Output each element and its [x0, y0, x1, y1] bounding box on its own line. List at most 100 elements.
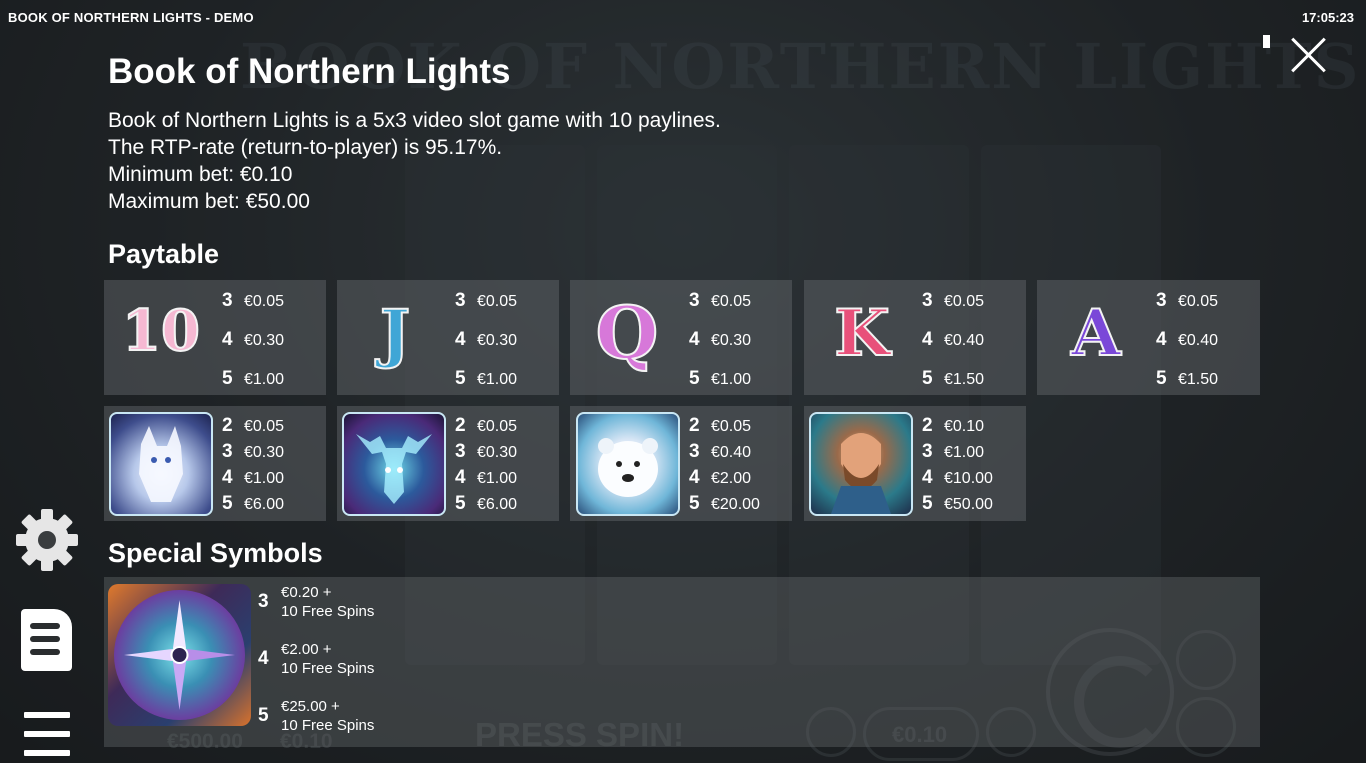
pay-count: 2	[222, 415, 233, 436]
info-line: The RTP-rate (return-to-player) is 95.17…	[108, 136, 503, 159]
pay-count: 3	[922, 441, 933, 462]
pay-count: 4	[922, 467, 933, 488]
pay-value: €0.30	[711, 332, 752, 349]
pay-value: €1.00	[944, 444, 985, 461]
pay-value: €0.05	[711, 418, 752, 435]
pay-value: €0.40	[711, 444, 752, 461]
pay-count: 2	[455, 415, 466, 436]
pay-value: €0.20 + 10 Free Spins	[281, 583, 374, 621]
pay-count: 4	[1156, 329, 1167, 350]
pay-count: 3	[922, 290, 933, 311]
paytable-heading: Paytable	[108, 239, 220, 269]
pay-count: 3	[1156, 290, 1167, 311]
pay-value: €0.05	[477, 293, 518, 310]
pay-value: €0.30	[244, 332, 285, 349]
pay-count: 3	[455, 441, 466, 462]
pay-count: 3	[689, 441, 700, 462]
pay-count: 5	[689, 493, 700, 514]
pay-value: €1.00	[244, 371, 285, 388]
info-line: Minimum bet: €0.10	[108, 163, 293, 186]
pay-amount: €0.20 +	[281, 584, 332, 601]
page-indicator-icon	[1263, 35, 1270, 48]
pay-value: €0.05	[244, 293, 285, 310]
pay-free-spins: 10 Free Spins	[281, 660, 375, 677]
pay-count: 5	[922, 368, 933, 389]
page-title: Book of Northern Lights	[108, 52, 511, 91]
symbol-q-icon: Q	[595, 289, 660, 376]
symbol-a-icon: A	[1070, 295, 1122, 372]
pay-free-spins: 10 Free Spins	[281, 717, 375, 734]
fox-icon	[109, 412, 213, 516]
pay-count: 2	[689, 415, 700, 436]
pay-value: €0.30	[477, 332, 518, 349]
symbol-j-icon: J	[379, 295, 411, 372]
explorer-icon	[809, 412, 913, 516]
pay-count: 5	[222, 493, 233, 514]
menu-hamburger-icon[interactable]	[24, 712, 70, 756]
pay-value: €0.05	[711, 293, 752, 310]
pay-count: 4	[222, 329, 233, 350]
pay-value: €1.00	[477, 470, 518, 487]
pay-count: 4	[455, 467, 466, 488]
pay-count: 4	[689, 329, 700, 350]
pay-count: 3	[689, 290, 700, 311]
game-info: Book of Northern Lights is a 5x3 video s…	[108, 107, 721, 215]
pay-count: 3	[222, 290, 233, 311]
special-symbols-heading: Special Symbols	[108, 538, 323, 568]
pay-count: 3	[455, 290, 466, 311]
info-line: Book of Northern Lights is a 5x3 video s…	[108, 109, 721, 132]
info-line: Maximum bet: €50.00	[108, 190, 310, 213]
pay-count: 5	[455, 493, 466, 514]
pay-value: €1.50	[944, 371, 985, 388]
pay-count: 4	[455, 329, 466, 350]
pay-value: €1.00	[477, 371, 518, 388]
pay-count: 5	[455, 368, 466, 389]
clock: 17:05:23	[1301, 10, 1354, 25]
pay-value: €0.05	[1178, 293, 1219, 310]
pay-value: €0.30	[244, 444, 285, 461]
symbol-10-icon: 10	[121, 297, 201, 365]
window-title: BOOK OF NORTHERN LIGHTS - DEMO	[8, 10, 254, 25]
paytable-document-icon[interactable]	[21, 609, 72, 671]
pay-value: €10.00	[944, 470, 993, 487]
pay-count: 3	[258, 591, 269, 612]
pay-value: €0.40	[944, 332, 985, 349]
pay-count: 3	[222, 441, 233, 462]
pay-count: 5	[689, 368, 700, 389]
compass-scatter-icon	[108, 584, 251, 726]
special-symbols-card	[104, 577, 1260, 747]
pay-amount: €25.00 +	[281, 698, 340, 715]
pay-value: €6.00	[477, 496, 518, 513]
pay-value: €50.00	[944, 496, 993, 513]
pay-count: 5	[222, 368, 233, 389]
pay-value: €0.05	[244, 418, 285, 435]
settings-gear-icon[interactable]	[14, 507, 80, 573]
pay-count: 4	[689, 467, 700, 488]
pay-value: €0.30	[477, 444, 518, 461]
close-button[interactable]	[1290, 36, 1328, 74]
pay-value: €1.50	[1178, 371, 1219, 388]
pay-value: €20.00	[711, 496, 760, 513]
pay-count: 4	[258, 648, 269, 669]
pay-count: 4	[222, 467, 233, 488]
pay-free-spins: 10 Free Spins	[281, 603, 375, 620]
polar-bear-icon	[576, 412, 680, 516]
pay-amount: €2.00 +	[281, 641, 332, 658]
pay-value: €1.00	[711, 371, 752, 388]
moose-icon	[342, 412, 446, 516]
pay-value: €0.40	[1178, 332, 1219, 349]
pay-count: 5	[922, 493, 933, 514]
pay-value: €25.00 + 10 Free Spins	[281, 697, 374, 735]
pay-value: €0.10	[944, 418, 985, 435]
pay-value: €2.00	[711, 470, 752, 487]
pay-count: 4	[922, 329, 933, 350]
pay-count: 2	[922, 415, 933, 436]
pay-value: €2.00 + 10 Free Spins	[281, 640, 374, 678]
pay-value: €1.00	[244, 470, 285, 487]
pay-count: 5	[258, 705, 269, 726]
pay-count: 5	[1156, 368, 1167, 389]
pay-value: €0.05	[944, 293, 985, 310]
pay-value: €6.00	[244, 496, 285, 513]
symbol-k-icon: K	[833, 295, 891, 372]
pay-value: €0.05	[477, 418, 518, 435]
